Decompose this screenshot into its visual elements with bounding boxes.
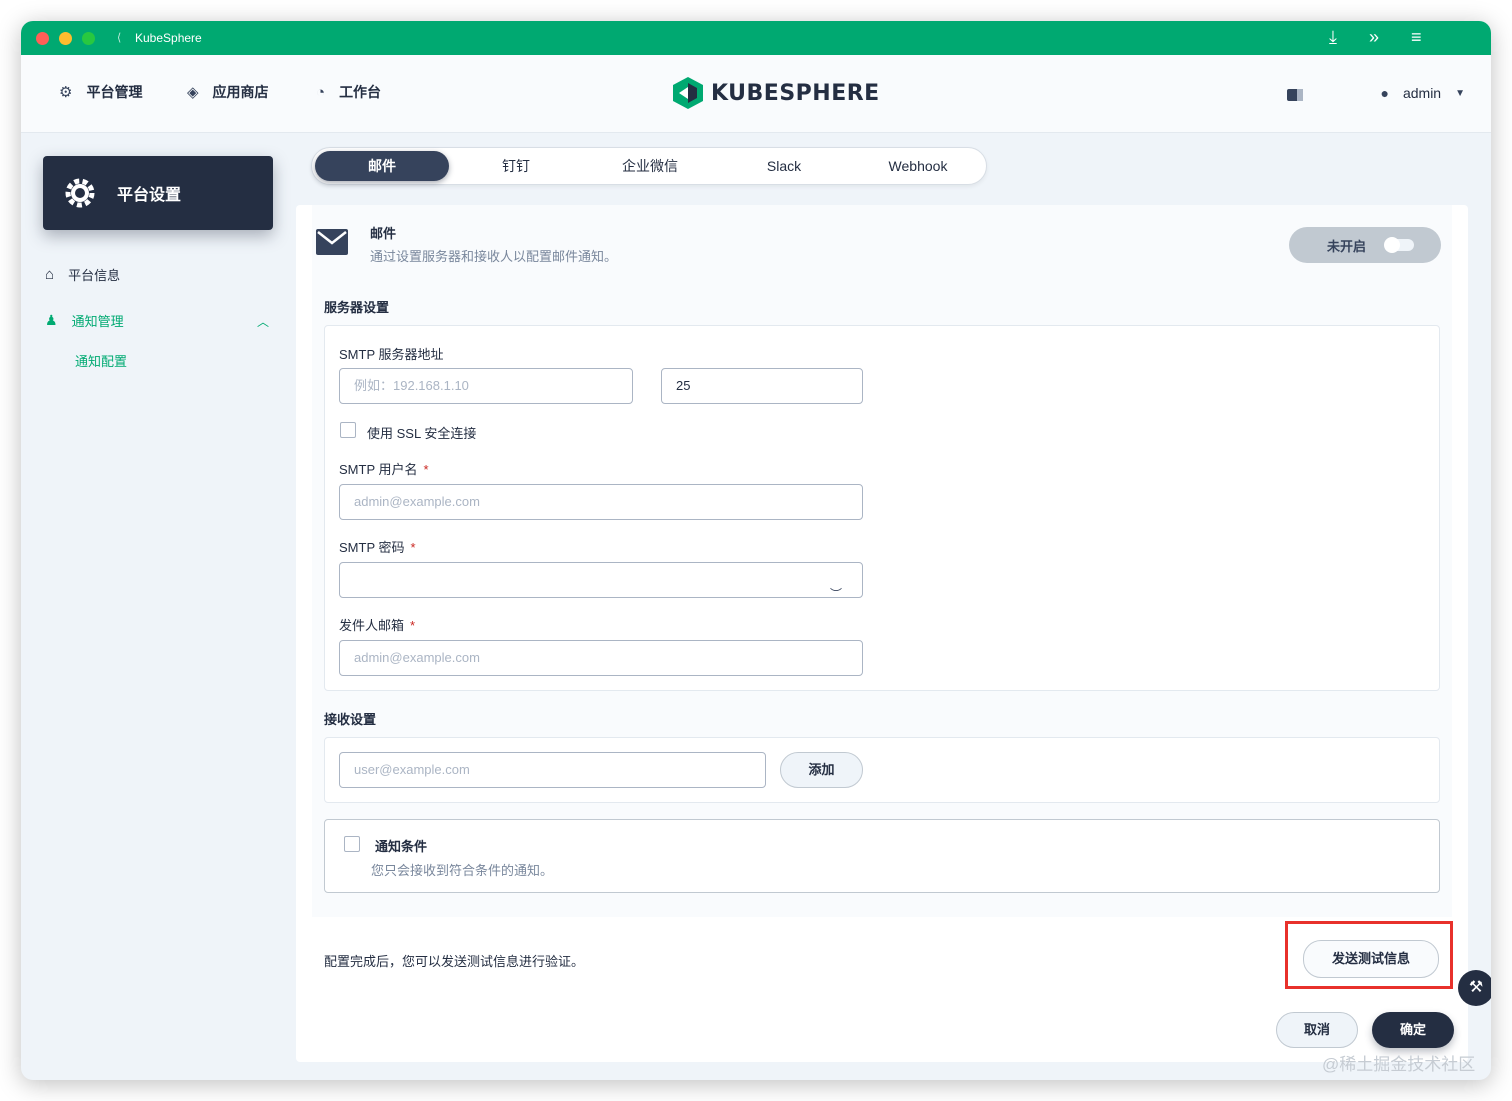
sidebar-item-label: 通知管理 bbox=[71, 314, 124, 329]
confirm-button[interactable]: 确定 bbox=[1372, 1012, 1454, 1048]
condition-title: 通知条件 bbox=[375, 839, 428, 854]
sidebar-subitem-notification-config[interactable]: 通知配置 bbox=[75, 351, 127, 370]
receiver-settings-heading: 接收设置 bbox=[324, 712, 377, 727]
logo-mark-icon bbox=[673, 77, 703, 109]
smtp-username-label-text: SMTP 用户名 bbox=[339, 462, 418, 477]
receiver-email-input[interactable]: user@example.com bbox=[339, 752, 766, 788]
sender-email-input[interactable]: admin@example.com bbox=[339, 640, 863, 676]
home-icon: ⌂ bbox=[45, 266, 55, 283]
caret-down-icon: ▼ bbox=[1455, 87, 1465, 99]
toggle-label: 未开启 bbox=[1327, 238, 1367, 254]
sidebar-item-notification-management[interactable]: ♟ 通知管理 bbox=[45, 311, 124, 330]
tab-email[interactable]: 邮件 bbox=[315, 151, 449, 181]
nav-platform-management[interactable]: ⚙ 平台管理 bbox=[59, 82, 142, 102]
nav-label: 工作台 bbox=[339, 84, 382, 100]
smtp-password-label: SMTP 密码 * bbox=[339, 537, 416, 556]
maximize-window-button[interactable] bbox=[82, 32, 95, 45]
ssl-label: 使用 SSL 安全连接 bbox=[367, 426, 477, 441]
smtp-username-label: SMTP 用户名 * bbox=[339, 459, 429, 478]
smtp-port-input[interactable]: 25 bbox=[661, 368, 863, 404]
chevron-up-icon[interactable]: ︿ bbox=[257, 313, 269, 330]
mail-icon bbox=[316, 229, 348, 255]
toggle-switch[interactable] bbox=[1384, 237, 1415, 253]
eye-closed-icon[interactable]: ︶ bbox=[830, 577, 842, 611]
smtp-username-input[interactable]: admin@example.com bbox=[339, 484, 863, 520]
notification-condition-box: 通知条件 您只会接收到符合条件的通知。 bbox=[324, 819, 1440, 893]
app-window: ⟨ KubeSphere ⤓ » ≡ ⚙ 平台管理 ◈ 应用商店 ◔ 工作台 K… bbox=[21, 21, 1491, 1080]
bell-icon: ♟ bbox=[45, 312, 58, 328]
tab-wecom[interactable]: 企业微信 bbox=[583, 151, 717, 181]
nav-app-store[interactable]: ◈ 应用商店 bbox=[187, 82, 269, 102]
cancel-button[interactable]: 取消 bbox=[1276, 1012, 1358, 1048]
close-window-button[interactable] bbox=[36, 32, 49, 45]
server-settings-heading: 服务器设置 bbox=[324, 300, 390, 315]
nav-label: 应用商店 bbox=[212, 84, 269, 100]
channel-tabs: 邮件 钉钉 企业微信 Slack Webhook bbox=[311, 147, 987, 185]
watermark: @稀土掘金技术社区 bbox=[1322, 1055, 1476, 1074]
app-title: KubeSphere bbox=[135, 31, 202, 45]
double-chevron-right-icon[interactable]: » bbox=[1369, 27, 1379, 48]
user-icon: ● bbox=[1380, 85, 1389, 101]
tab-slack[interactable]: Slack bbox=[717, 151, 851, 181]
email-description: 通过设置服务器和接收人以配置邮件通知。 bbox=[370, 249, 618, 264]
server-settings-box: SMTP 服务器地址 例如：192.168.1.10 25 使用 SSL 安全连… bbox=[324, 325, 1440, 691]
condition-description: 您只会接收到符合条件的通知。 bbox=[371, 863, 554, 878]
sidebar-card-title: 平台设置 bbox=[117, 187, 182, 204]
sender-email-label: 发件人邮箱 * bbox=[339, 615, 415, 634]
receiver-settings-box: user@example.com 添加 bbox=[324, 737, 1440, 803]
test-hint: 配置完成后，您可以发送测试信息进行验证。 bbox=[324, 954, 585, 969]
required-mark: * bbox=[423, 462, 429, 477]
minimize-window-button[interactable] bbox=[59, 32, 72, 45]
sidebar-item-platform-info[interactable]: ⌂ 平台信息 bbox=[45, 265, 120, 284]
add-receiver-button[interactable]: 添加 bbox=[780, 752, 863, 788]
app-favicon-icon: ⟨ bbox=[117, 32, 122, 44]
enable-toggle[interactable]: 未开启 bbox=[1289, 227, 1441, 263]
required-mark: * bbox=[410, 618, 416, 633]
sender-email-label-text: 发件人邮箱 bbox=[339, 618, 405, 633]
layers-icon: ◈ bbox=[187, 84, 199, 101]
email-config-panel: 邮件 通过设置服务器和接收人以配置邮件通知。 未开启 服务器设置 SMTP 服务… bbox=[296, 205, 1468, 1062]
gear-icon bbox=[65, 178, 95, 208]
smtp-password-input[interactable]: ︶ bbox=[339, 562, 863, 601]
gear-icon: ⚙ bbox=[59, 84, 73, 101]
top-navigation: ⚙ 平台管理 ◈ 应用商店 ◔ 工作台 KUBESPHERE ● admin ▼ bbox=[21, 55, 1491, 133]
menu-icon[interactable]: ≡ bbox=[1411, 27, 1422, 48]
email-title: 邮件 bbox=[370, 226, 397, 241]
condition-checkbox[interactable] bbox=[344, 836, 360, 852]
kubesphere-logo[interactable]: KUBESPHERE bbox=[673, 77, 880, 109]
user-menu[interactable]: ● admin ▼ bbox=[1380, 85, 1465, 101]
title-bar: ⟨ KubeSphere ⤓ » ≡ bbox=[21, 21, 1491, 55]
nav-label: 平台管理 bbox=[86, 84, 143, 100]
logo-text: KUBESPHERE bbox=[711, 80, 880, 106]
sidebar-item-label: 平台信息 bbox=[68, 268, 121, 283]
smtp-address-input[interactable]: 例如：192.168.1.10 bbox=[339, 368, 633, 404]
smtp-address-label: SMTP 服务器地址 bbox=[339, 347, 444, 362]
tab-webhook[interactable]: Webhook bbox=[851, 151, 985, 181]
smtp-password-label-text: SMTP 密码 bbox=[339, 540, 405, 555]
send-test-button[interactable]: 发送测试信息 bbox=[1303, 940, 1439, 978]
hammer-tool-icon[interactable]: ⚒ bbox=[1458, 970, 1491, 1006]
tab-dingtalk[interactable]: 钉钉 bbox=[449, 151, 583, 181]
download-icon[interactable]: ⤓ bbox=[1329, 27, 1337, 48]
nav-workbench[interactable]: ◔ 工作台 bbox=[316, 82, 381, 102]
username: admin bbox=[1402, 85, 1442, 101]
docs-icon[interactable] bbox=[1287, 89, 1303, 101]
platform-settings-card: 平台设置 bbox=[43, 156, 273, 230]
dashboard-icon: ◔ bbox=[316, 83, 326, 101]
required-mark: * bbox=[410, 540, 416, 555]
ssl-checkbox[interactable] bbox=[340, 422, 356, 438]
